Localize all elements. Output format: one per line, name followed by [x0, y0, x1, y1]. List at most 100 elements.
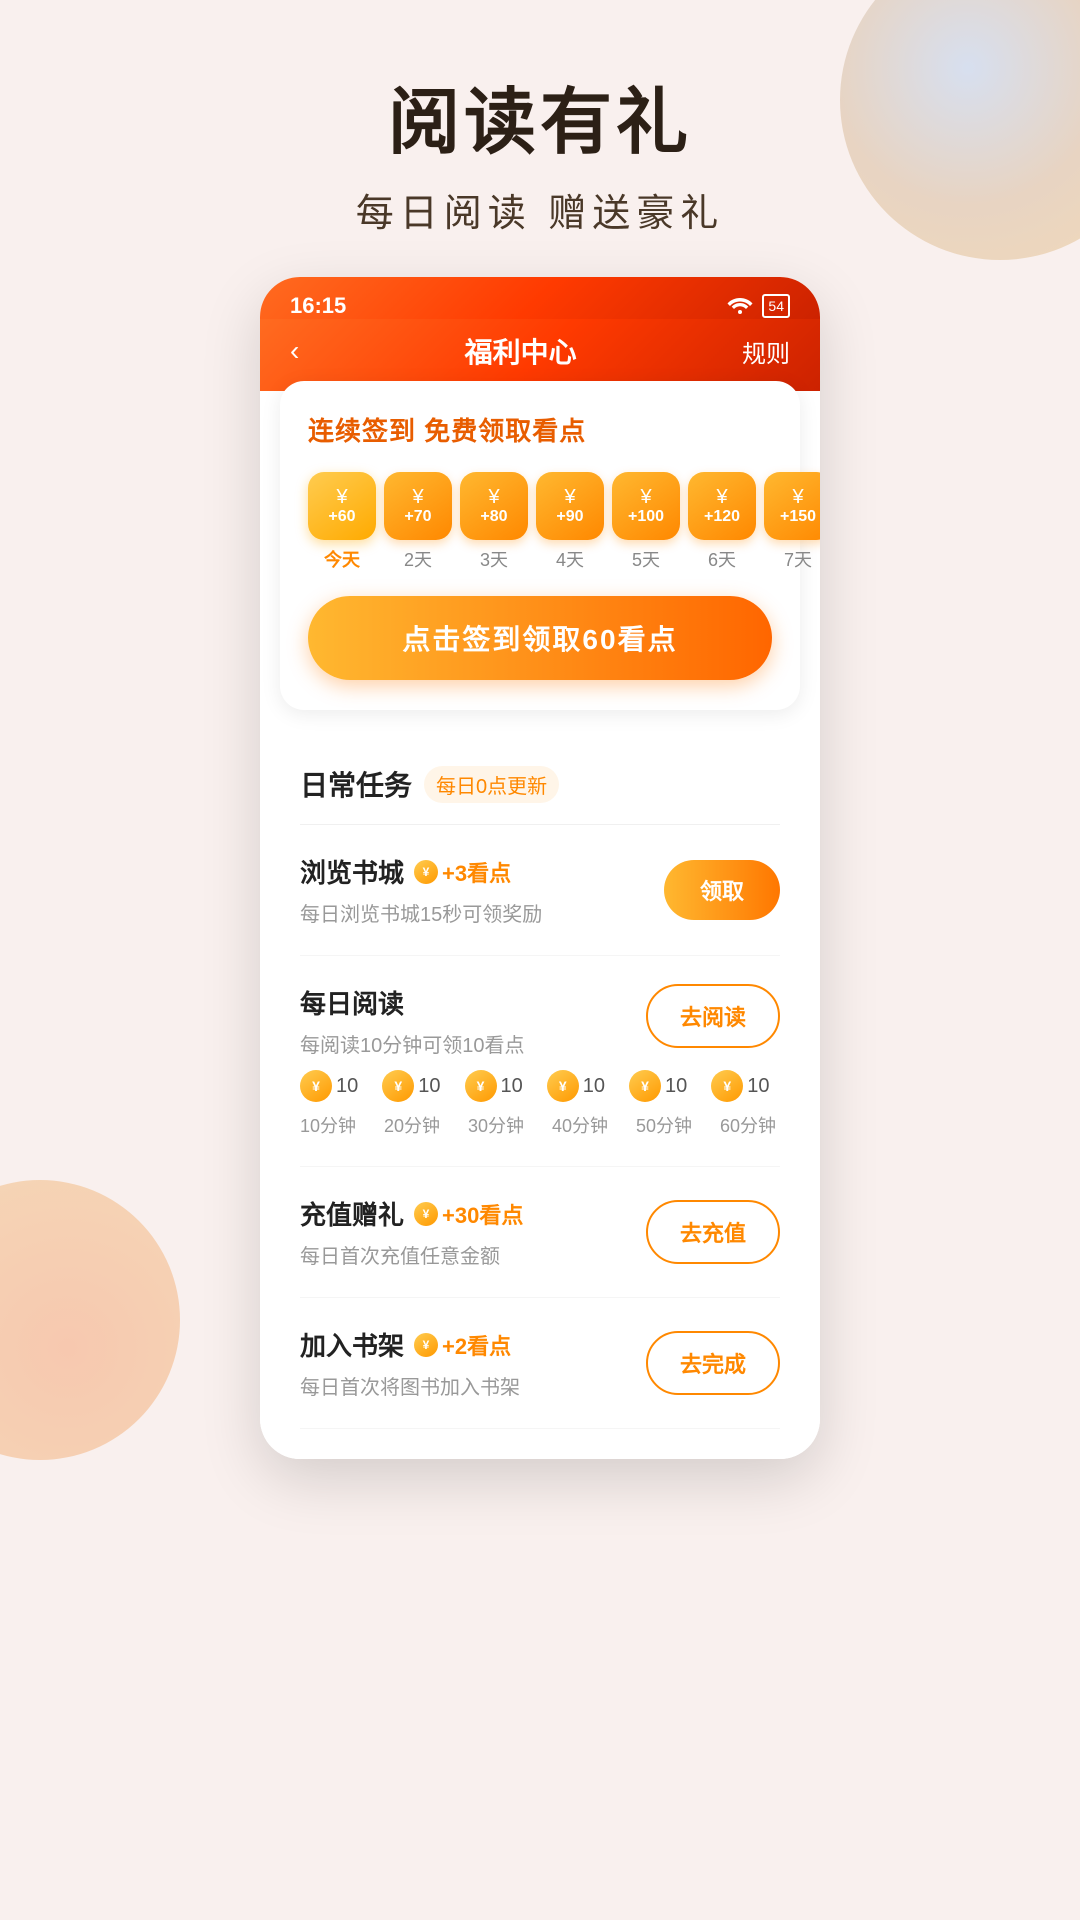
coin-val-6: 10 [747, 1075, 769, 1098]
day-item-6: ¥ +120 6天 [688, 472, 756, 572]
coin-amount-1: +60 [328, 509, 355, 525]
time-2: 20分钟 [384, 1112, 444, 1138]
small-coin-1: ¥ [300, 1070, 332, 1102]
coin-val-1: 10 [336, 1075, 358, 1098]
task-name-recharge: 充值赠礼 [300, 1195, 404, 1232]
yuan-icon-4: ¥ [564, 487, 575, 507]
task-item-reading: 每日阅读 每阅读10分钟可领10看点 去阅读 ¥ 10 ¥ [300, 956, 780, 1167]
coin-amount-2: +70 [404, 509, 431, 525]
progress-times: 10分钟 20分钟 30分钟 40分钟 50分钟 60分钟 [300, 1112, 780, 1138]
coin-val-5: 10 [665, 1075, 687, 1098]
task-coin-recharge: ¥ +30看点 [414, 1198, 523, 1230]
yuan-icon-1: ¥ [336, 487, 347, 507]
task-desc-recharge: 每日首次充值任意金额 [300, 1246, 500, 1268]
coin-badge-7: ¥ +150 [764, 472, 820, 540]
coin-val-2: 10 [418, 1075, 440, 1098]
phone-mockup: 16:15 54 ‹ 福利中心 规则 连续签到 [260, 277, 820, 1459]
coin-badge-3: ¥ +80 [460, 472, 528, 540]
coin-circle-browse: ¥ [414, 860, 438, 884]
progress-coin-4: ¥ 10 [547, 1070, 605, 1102]
task-coin-browse: ¥ +3看点 [414, 856, 511, 888]
day-label-5: 5天 [632, 546, 660, 572]
coin-badge-4: ¥ +90 [536, 472, 604, 540]
day-label-6: 6天 [708, 546, 736, 572]
coin-amount-5: +100 [628, 509, 664, 525]
tasks-update: 每日0点更新 [424, 766, 559, 803]
day-label-4: 4天 [556, 546, 584, 572]
day-label-7: 7天 [784, 546, 812, 572]
tasks-section: 日常任务 每日0点更新 浏览书城 ¥ +3看点 每日浏览书城15秒可领奖励 领取 [260, 736, 820, 1459]
back-button[interactable]: ‹ [290, 335, 299, 367]
day-item-7: ¥ +150 7天 [764, 472, 820, 572]
task-name-browse: 浏览书城 [300, 853, 404, 890]
status-bar: 16:15 54 [260, 277, 820, 319]
small-coin-3: ¥ [465, 1070, 497, 1102]
signin-cta-button[interactable]: 点击签到领取60看点 [308, 596, 772, 680]
yuan-icon-6: ¥ [716, 487, 727, 507]
task-desc-browse: 每日浏览书城15秒可领奖励 [300, 904, 542, 926]
rules-button[interactable]: 规则 [742, 334, 790, 369]
day-item-3: ¥ +80 3天 [460, 472, 528, 572]
task-name-reading: 每日阅读 [300, 984, 404, 1021]
coin-badge-5: ¥ +100 [612, 472, 680, 540]
tasks-title: 日常任务 [300, 764, 412, 804]
task-name-shelf: 加入书架 [300, 1326, 404, 1363]
coin-badge-1: ¥ +60 [308, 472, 376, 540]
task-info-browse: 浏览书城 ¥ +3看点 每日浏览书城15秒可领奖励 [300, 853, 664, 927]
day-item-1: ¥ +60 今天 [308, 472, 376, 572]
task-name-row-reading: 每日阅读 [300, 984, 646, 1021]
coin-amount-7: +150 [780, 509, 816, 525]
progress-coin-2: ¥ 10 [382, 1070, 440, 1102]
page-container: 阅读有礼 每日阅读 赠送豪礼 16:15 54 ‹ [0, 0, 1080, 1920]
nav-title: 福利中心 [465, 331, 577, 371]
task-coin-shelf: ¥ +2看点 [414, 1329, 511, 1361]
coin-badge-6: ¥ +120 [688, 472, 756, 540]
task-item-shelf: 加入书架 ¥ +2看点 每日首次将图书加入书架 去完成 [300, 1298, 780, 1429]
coin-val-4: 10 [583, 1075, 605, 1098]
coin-circle-recharge: ¥ [414, 1202, 438, 1226]
day-item-5: ¥ +100 5天 [612, 472, 680, 572]
progress-coin-5: ¥ 10 [629, 1070, 687, 1102]
browse-claim-button[interactable]: 领取 [664, 860, 780, 920]
wifi-icon [726, 294, 754, 319]
coin-amount-4: +90 [556, 509, 583, 525]
recharge-button[interactable]: 去充值 [646, 1200, 780, 1264]
battery-indicator: 54 [762, 294, 790, 318]
status-time: 16:15 [290, 293, 346, 319]
task-name-row-browse: 浏览书城 ¥ +3看点 [300, 853, 664, 890]
task-item-browse: 浏览书城 ¥ +3看点 每日浏览书城15秒可领奖励 领取 [300, 825, 780, 956]
battery-level: 54 [768, 298, 784, 314]
progress-coin-6: ¥ 10 [711, 1070, 769, 1102]
task-info-shelf: 加入书架 ¥ +2看点 每日首次将图书加入书架 [300, 1326, 646, 1400]
task-info-reading: 每日阅读 每阅读10分钟可领10看点 [300, 984, 646, 1058]
day-label-2: 2天 [404, 546, 432, 572]
small-coin-6: ¥ [711, 1070, 743, 1102]
small-coin-2: ¥ [382, 1070, 414, 1102]
time-1: 10分钟 [300, 1112, 360, 1138]
coin-circle-shelf: ¥ [414, 1333, 438, 1357]
task-points-shelf: +2看点 [442, 1329, 511, 1361]
small-coin-5: ¥ [629, 1070, 661, 1102]
reading-progress: ¥ 10 ¥ 10 ¥ 10 ¥ 10 [300, 1070, 780, 1138]
coin-val-3: 10 [501, 1075, 523, 1098]
shelf-button[interactable]: 去完成 [646, 1331, 780, 1395]
day-label-1: 今天 [324, 546, 360, 572]
task-desc-reading: 每阅读10分钟可领10看点 [300, 1035, 525, 1057]
time-3: 30分钟 [468, 1112, 528, 1138]
yuan-icon-7: ¥ [792, 487, 803, 507]
signin-title: 连续签到 免费领取看点 [308, 411, 772, 448]
progress-coins: ¥ 10 ¥ 10 ¥ 10 ¥ 10 [300, 1070, 780, 1102]
status-icons: 54 [726, 294, 790, 319]
task-points-recharge: +30看点 [442, 1198, 523, 1230]
coin-amount-3: +80 [480, 509, 507, 525]
task-info-recharge: 充值赠礼 ¥ +30看点 每日首次充值任意金额 [300, 1195, 646, 1269]
progress-coin-3: ¥ 10 [465, 1070, 523, 1102]
reading-go-button[interactable]: 去阅读 [646, 984, 780, 1048]
task-name-row-shelf: 加入书架 ¥ +2看点 [300, 1326, 646, 1363]
day-item-2: ¥ +70 2天 [384, 472, 452, 572]
days-row: ¥ +60 今天 ¥ +70 2天 ¥ +8 [308, 472, 772, 572]
bg-decoration-bottom-left [0, 1180, 180, 1460]
yuan-icon-5: ¥ [640, 487, 651, 507]
yuan-icon-3: ¥ [488, 487, 499, 507]
task-desc-shelf: 每日首次将图书加入书架 [300, 1377, 520, 1399]
